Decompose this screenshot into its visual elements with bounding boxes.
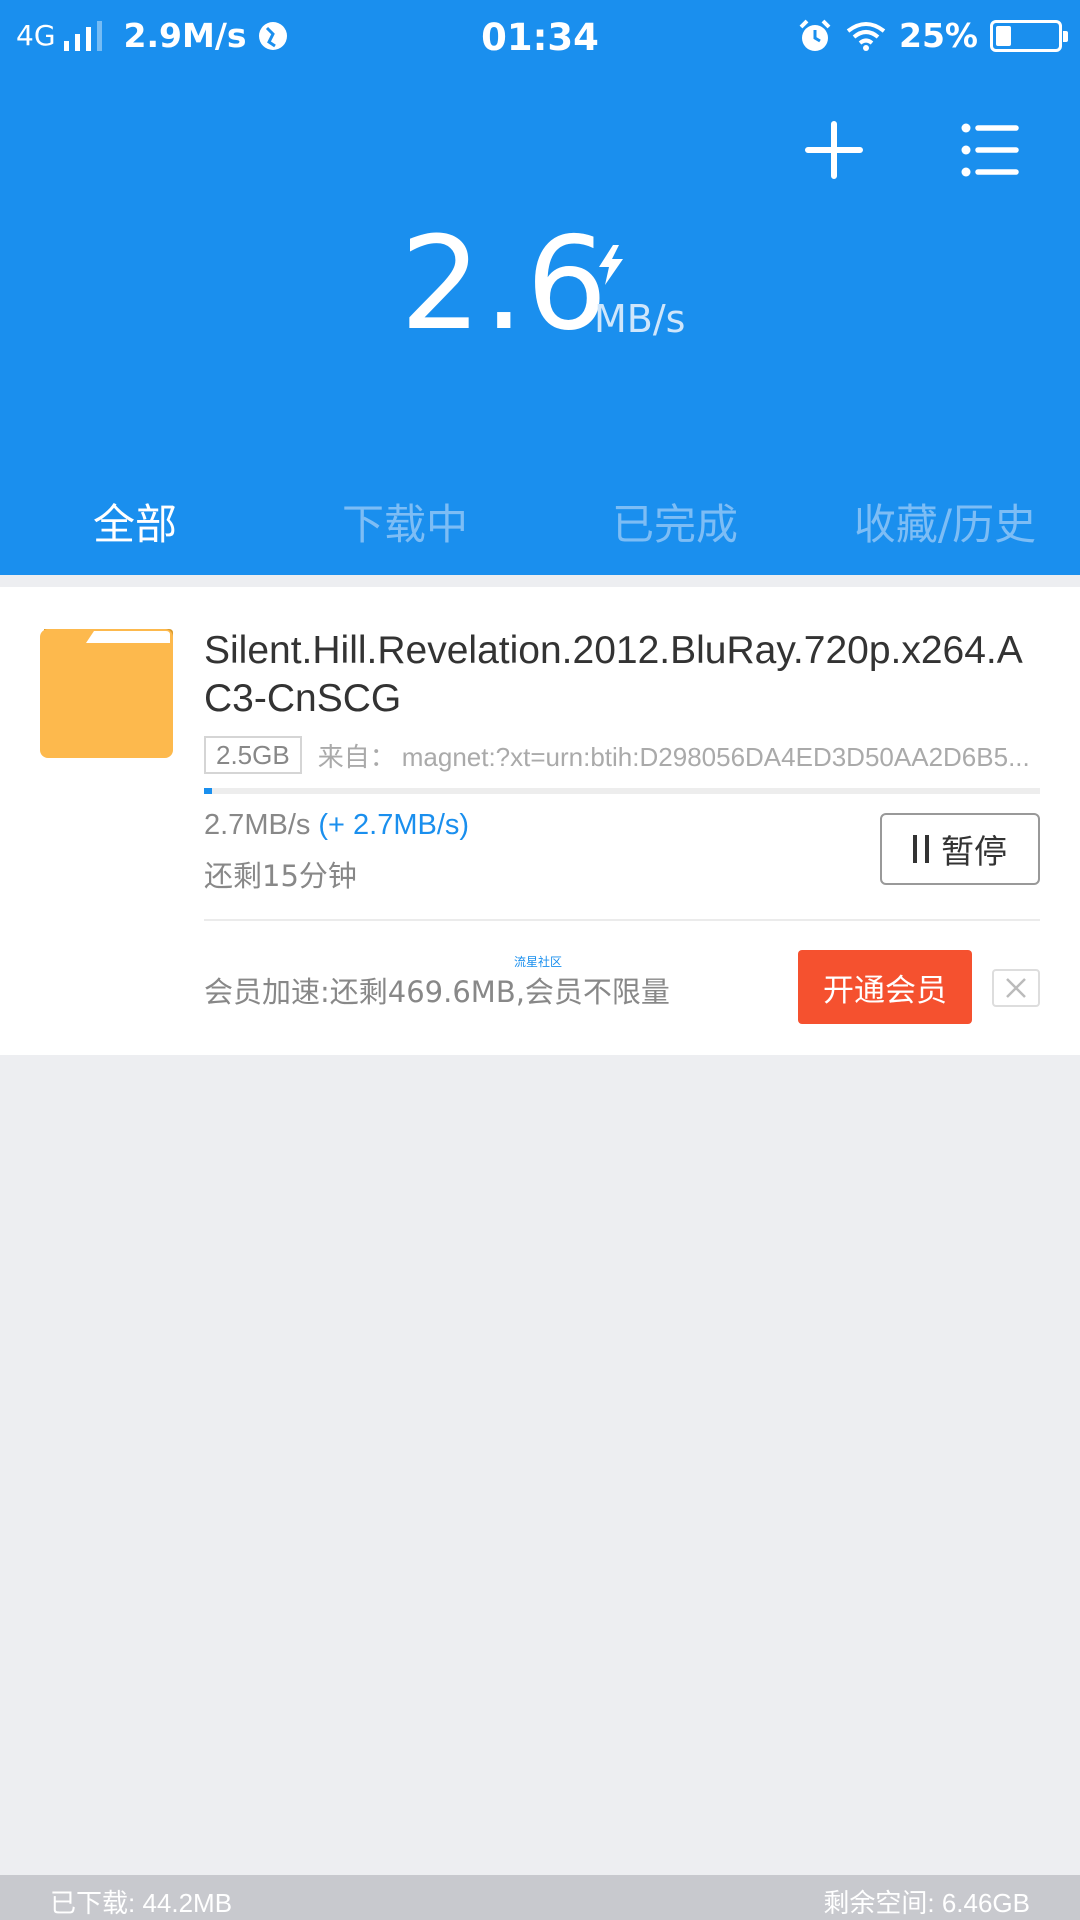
task-speed: 2.7MB/s (+ 2.7MB/s) bbox=[204, 809, 469, 842]
pause-label: 暂停 bbox=[941, 833, 1007, 870]
tab-downloading[interactable]: 下载中 bbox=[270, 490, 540, 560]
vip-speedup-text: 会员加速:还剩469.6MB,会员不限量 bbox=[204, 975, 670, 1009]
speed-unit: MB/s bbox=[594, 297, 686, 341]
speed-value: 2.6 bbox=[400, 210, 610, 359]
progress-fill bbox=[204, 788, 213, 794]
downloaded-total: 已下载: 44.2MB bbox=[50, 1888, 233, 1918]
task-meta: 2.5GB 来自： magnet:?xt=urn:btih:D298056DA4E… bbox=[204, 735, 1040, 775]
status-bar: 4G 2.9M/s 01:34 25% bbox=[0, 0, 1080, 75]
source-url: magnet:?xt=urn:btih:D298056DA4ED3D50AA2D… bbox=[401, 741, 1030, 772]
divider bbox=[204, 919, 1040, 921]
task-title: Silent.Hill.Revelation.2012.BluRay.720p.… bbox=[204, 629, 1023, 720]
wifi-icon bbox=[846, 21, 886, 51]
add-task-button[interactable] bbox=[798, 114, 870, 186]
plus-icon bbox=[805, 121, 863, 179]
download-speed: 2.6 MB/s bbox=[0, 215, 1080, 365]
open-vip-button[interactable]: 开通会员 bbox=[798, 950, 972, 1024]
storage-footer: 已下载: 44.2MB 剩余空间: 6.46GB bbox=[0, 1875, 1080, 1920]
alarm-icon bbox=[799, 19, 831, 51]
time-remaining: 还剩15分钟 bbox=[204, 859, 357, 893]
battery-percent: 25% bbox=[899, 16, 978, 55]
list-icon bbox=[961, 123, 1019, 177]
boost-speed: (+ 2.7MB/s) bbox=[318, 809, 470, 841]
battery-icon bbox=[990, 19, 1068, 52]
close-ad-button[interactable] bbox=[992, 969, 1040, 1007]
battery-level bbox=[996, 25, 1011, 46]
file-size-badge: 2.5GB bbox=[204, 736, 302, 774]
header: 4G 2.9M/s 01:34 25% 2.6 MB/s 全部 下载中 已完成 … bbox=[0, 0, 1080, 575]
task-source: 来自： magnet:?xt=urn:btih:D298056DA4ED3D50A… bbox=[318, 737, 1030, 774]
close-icon bbox=[1006, 978, 1026, 998]
task-speed-value: 2.7MB/s bbox=[204, 809, 311, 841]
tab-bar: 全部 下载中 已完成 收藏/历史 bbox=[0, 490, 1080, 560]
progress-bar bbox=[204, 788, 1040, 794]
tab-all[interactable]: 全部 bbox=[0, 490, 270, 560]
source-label: 来自： bbox=[317, 741, 396, 772]
folder-icon bbox=[40, 629, 173, 758]
pause-icon bbox=[913, 835, 929, 863]
menu-button[interactable] bbox=[952, 114, 1024, 186]
pause-button[interactable]: 暂停 bbox=[880, 813, 1040, 885]
tab-favorites-history[interactable]: 收藏/历史 bbox=[810, 490, 1080, 560]
status-right: 25% bbox=[797, 16, 1068, 55]
lightning-icon bbox=[599, 245, 623, 285]
tab-completed[interactable]: 已完成 bbox=[540, 490, 810, 560]
free-space: 剩余空间: 6.46GB bbox=[823, 1888, 1030, 1918]
task-card[interactable]: Silent.Hill.Revelation.2012.BluRay.720p.… bbox=[0, 587, 1080, 1055]
watermark: 流星社区 bbox=[514, 955, 563, 969]
